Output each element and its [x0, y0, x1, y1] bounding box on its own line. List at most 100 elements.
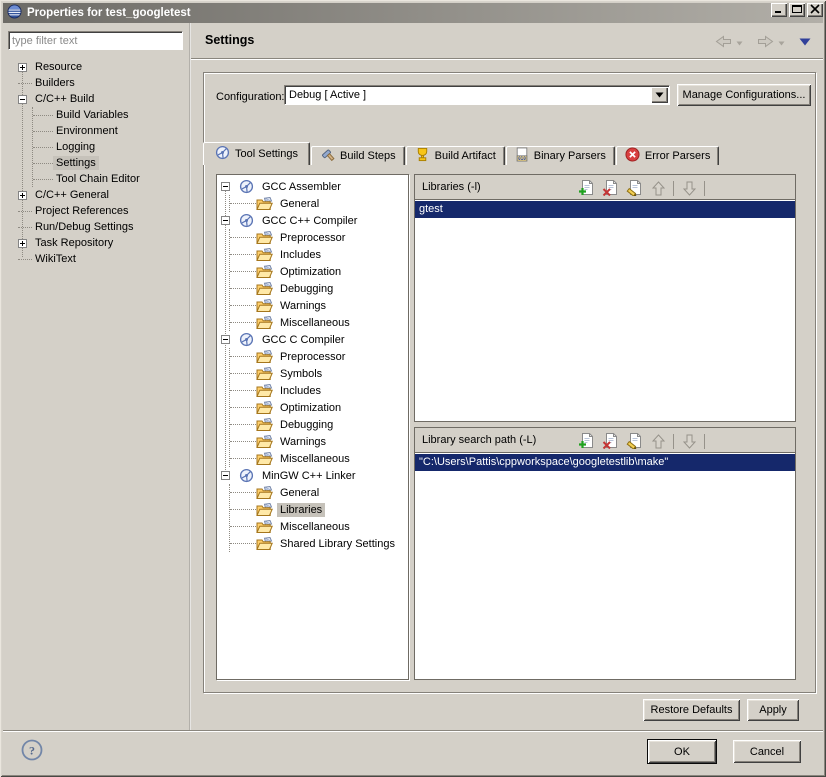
tree-connector: [33, 179, 53, 180]
back-arrow-icon[interactable]: [715, 35, 732, 51]
tree-item-project-references[interactable]: Project References: [18, 203, 189, 219]
library-search-path-list[interactable]: "C:\Users\Pattis\cppworkspace\googletest…: [414, 453, 796, 680]
apply-button[interactable]: Apply: [747, 699, 799, 721]
delete-icon[interactable]: [601, 179, 619, 197]
tool-settings-icon: [215, 145, 230, 163]
tree-item-mingw-c++-linker[interactable]: MinGW C++ Linker: [221, 467, 408, 484]
list-item[interactable]: "C:\Users\Pattis\cppworkspace\googletest…: [415, 454, 795, 471]
move-up-icon[interactable]: [649, 432, 667, 450]
tree-item-shared-library-settings[interactable]: Shared Library Settings: [230, 535, 408, 552]
delete-icon[interactable]: [601, 432, 619, 450]
collapse-icon[interactable]: [18, 95, 27, 104]
tree-item-general[interactable]: General: [230, 195, 408, 212]
forward-history-caret-icon[interactable]: [778, 37, 785, 49]
tree-item-logging[interactable]: Logging: [33, 139, 189, 155]
tree-connector: [230, 526, 256, 527]
tree-item-tool-chain-editor[interactable]: Tool Chain Editor: [33, 171, 189, 187]
tree-item-resource[interactable]: Resource: [18, 59, 189, 75]
collapse-icon[interactable]: [221, 471, 230, 480]
tree-item-libraries[interactable]: Libraries: [230, 501, 408, 518]
tree-item-wikitext[interactable]: WikiText: [18, 251, 189, 267]
help-button[interactable]: ?: [20, 739, 44, 763]
combo-dropdown-button[interactable]: [651, 87, 668, 103]
tree-item-label: Logging: [53, 140, 98, 154]
collapse-icon[interactable]: [221, 335, 230, 344]
libraries-toolbar: [577, 179, 711, 197]
tree-item-symbols[interactable]: Symbols: [230, 365, 408, 382]
library-search-path-panel: Library search path (-L) "C:\Users\Patti…: [414, 427, 796, 680]
library-search-path-title: Library search path (-L): [422, 434, 536, 446]
tree-item-debugging[interactable]: Debugging: [230, 416, 408, 433]
tree-item-c-c++-general[interactable]: C/C++ General: [18, 187, 189, 203]
tree-item-builders[interactable]: Builders: [18, 75, 189, 91]
configuration-select[interactable]: Debug [ Active ]: [284, 85, 670, 105]
add-icon[interactable]: [577, 432, 595, 450]
tree-item-warnings[interactable]: Warnings: [230, 297, 408, 314]
tab-label: Tool Settings: [235, 148, 298, 160]
tree-item-warnings[interactable]: Warnings: [230, 433, 408, 450]
tab-label: Build Artifact: [435, 150, 496, 162]
tree-item-preprocessor[interactable]: Preprocessor: [230, 348, 408, 365]
tree-item-environment[interactable]: Environment: [33, 123, 189, 139]
tree-connector: [230, 373, 256, 374]
tree-item-run-debug-settings[interactable]: Run/Debug Settings: [18, 219, 189, 235]
tree-item-optimization[interactable]: Optimization: [230, 399, 408, 416]
tree-connector: [18, 259, 32, 260]
tree-item-includes[interactable]: Includes: [230, 246, 408, 263]
tree-item-gcc-c-compiler[interactable]: GCC C Compiler: [221, 331, 408, 348]
tree-item-includes[interactable]: Includes: [230, 382, 408, 399]
add-icon[interactable]: [577, 179, 595, 197]
restore-defaults-button[interactable]: Restore Defaults: [643, 699, 740, 721]
list-item[interactable]: gtest: [415, 201, 795, 218]
move-down-icon[interactable]: [680, 179, 698, 197]
folder-icon: [256, 264, 273, 280]
tree-item-miscellaneous[interactable]: Miscellaneous: [230, 450, 408, 467]
expand-icon[interactable]: [18, 63, 27, 72]
tree-item-label: Symbols: [277, 367, 325, 381]
edit-icon[interactable]: [625, 432, 643, 450]
view-menu-icon[interactable]: [799, 37, 811, 49]
tree-item-label: Debugging: [277, 418, 336, 432]
tree-item-gcc-assembler[interactable]: GCC Assembler: [221, 178, 408, 195]
cancel-button[interactable]: Cancel: [733, 740, 801, 763]
edit-icon[interactable]: [625, 179, 643, 197]
minimize-button[interactable]: [771, 3, 787, 17]
tree-item-miscellaneous[interactable]: Miscellaneous: [230, 314, 408, 331]
tree-item-c-c++-build[interactable]: C/C++ Build: [18, 91, 189, 107]
tree-item-label: C/C++ Build: [32, 92, 97, 106]
collapse-icon[interactable]: [221, 182, 230, 191]
libraries-list[interactable]: gtest: [414, 200, 796, 422]
header-divider: [191, 58, 823, 60]
settings-group: Configuration: Debug [ Active ] Manage C…: [203, 72, 816, 693]
tab-build-steps[interactable]: Build Steps: [311, 146, 405, 165]
forward-arrow-icon[interactable]: [757, 35, 774, 51]
toolbar-separator: [704, 181, 705, 196]
titlebar[interactable]: Properties for test_googletest: [3, 3, 823, 23]
tree-item-gcc-c++-compiler[interactable]: GCC C++ Compiler: [221, 212, 408, 229]
collapse-icon[interactable]: [221, 216, 230, 225]
tab-binary-parsers[interactable]: 010Binary Parsers: [506, 146, 615, 165]
back-history-caret-icon[interactable]: [736, 37, 743, 49]
tree-item-settings[interactable]: Settings: [33, 155, 189, 171]
tab-tool-settings[interactable]: Tool Settings: [203, 142, 310, 165]
maximize-button[interactable]: [789, 3, 805, 17]
tree-item-optimization[interactable]: Optimization: [230, 263, 408, 280]
move-up-icon[interactable]: [649, 179, 667, 197]
tree-item-label: WikiText: [32, 252, 79, 266]
tree-connector: [230, 407, 256, 408]
ok-button[interactable]: OK: [648, 740, 716, 763]
tree-item-preprocessor[interactable]: Preprocessor: [230, 229, 408, 246]
tab-error-parsers[interactable]: Error Parsers: [616, 146, 719, 165]
move-down-icon[interactable]: [680, 432, 698, 450]
expand-icon[interactable]: [18, 239, 27, 248]
tab-build-artifact[interactable]: Build Artifact: [406, 146, 505, 165]
tree-item-general[interactable]: General: [230, 484, 408, 501]
tree-item-miscellaneous[interactable]: Miscellaneous: [230, 518, 408, 535]
filter-input[interactable]: [8, 31, 183, 50]
close-button[interactable]: [807, 3, 823, 17]
tree-item-build-variables[interactable]: Build Variables: [33, 107, 189, 123]
tree-item-debugging[interactable]: Debugging: [230, 280, 408, 297]
tree-item-task-repository[interactable]: Task Repository: [18, 235, 189, 251]
manage-configurations-button[interactable]: Manage Configurations...: [677, 84, 811, 106]
expand-icon[interactable]: [18, 191, 27, 200]
